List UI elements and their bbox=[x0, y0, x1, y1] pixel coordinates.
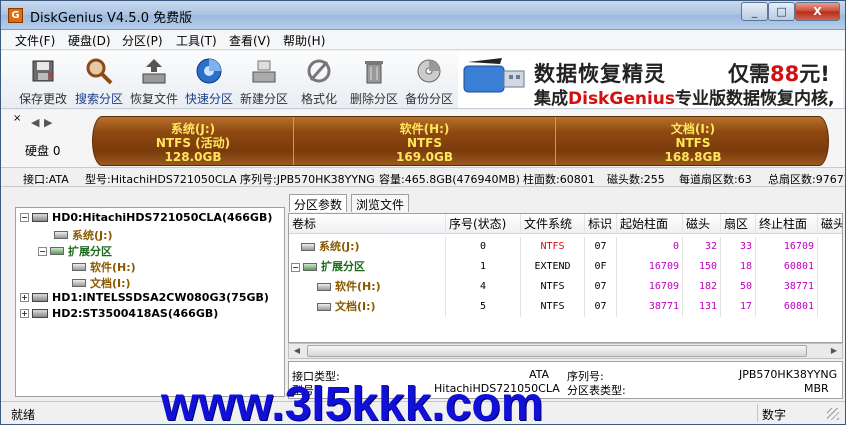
new-partition-icon bbox=[252, 60, 276, 83]
horizontal-scrollbar[interactable]: ◀ ▶ bbox=[288, 343, 843, 359]
status-text: 就绪 bbox=[11, 408, 36, 422]
partition-icon bbox=[72, 279, 86, 287]
usb-drive-icon bbox=[463, 58, 525, 93]
next-disk-icon[interactable]: ▶ bbox=[44, 116, 52, 129]
menu-help[interactable]: 帮助(H) bbox=[283, 32, 325, 49]
partition-icon bbox=[317, 303, 331, 311]
info-interface: 接口:ATA bbox=[23, 173, 69, 186]
tree-item-hd0[interactable]: − HD0:HitachiHDS721050CLA(466GB) bbox=[20, 211, 272, 224]
save-changes-button[interactable]: 保存更改 bbox=[16, 54, 70, 106]
expand-icon[interactable]: + bbox=[20, 293, 29, 302]
partition-segment-docs[interactable]: 文档(I:) NTFS 168.8GB bbox=[555, 117, 828, 165]
partition-segment-system[interactable]: 系统(J:) NTFS (活动) 128.0GB bbox=[93, 117, 293, 165]
extended-partition-icon bbox=[303, 263, 317, 271]
disk-partition-bar: 系统(J:) NTFS (活动) 128.0GB 软件(H:) NTFS 169… bbox=[92, 116, 829, 166]
format-button[interactable]: 格式化 bbox=[292, 54, 346, 106]
save-icon bbox=[32, 60, 54, 82]
search-partition-button[interactable]: 搜索分区 bbox=[72, 54, 126, 106]
menu-disk[interactable]: 硬盘(D) bbox=[68, 32, 111, 49]
partition-segment-software[interactable]: 软件(H:) NTFS 169.0GB bbox=[293, 117, 555, 165]
partition-icon bbox=[317, 283, 331, 291]
info-cylinders: 柱面数:60801 bbox=[523, 173, 595, 186]
close-button[interactable]: X bbox=[795, 2, 840, 21]
info-total-sectors: 总扇区数:976773168 bbox=[768, 173, 845, 186]
table-row[interactable]: 软件(H:) 4 NTFS 07 16709 182 50 38771 9 bbox=[289, 277, 842, 297]
close-panel-icon[interactable]: × bbox=[13, 113, 21, 124]
tree-item-software[interactable]: 软件(H:) bbox=[72, 259, 136, 275]
toolbar: 保存更改 搜索分区 恢复文件 快速分区 新建分区 格式化 删除分区 备份分区 数… bbox=[1, 51, 845, 109]
tree-item-hd1[interactable]: + HD1:INTELSSDSA2CW080G3(75GB) bbox=[20, 291, 269, 304]
partition-icon bbox=[54, 231, 68, 239]
detail-serial-value: JPB570HK38YYNG bbox=[739, 368, 838, 381]
detail-pt-value: MBR bbox=[804, 382, 829, 395]
menu-file[interactable]: 文件(F) bbox=[15, 32, 55, 49]
hard-disk-icon bbox=[32, 309, 48, 318]
title-bar: G DiskGenius V4.5.0 免费版 _ □ X bbox=[1, 1, 845, 30]
app-window: G DiskGenius V4.5.0 免费版 _ □ X 文件(F) 硬盘(D… bbox=[0, 0, 846, 425]
detail-pt-label: 分区表类型: bbox=[567, 384, 626, 397]
tab-browse-files[interactable]: 浏览文件 bbox=[351, 194, 410, 212]
disk-map: × ◀ ▶ 硬盘 0 系统(J:) NTFS (活动) 128.0GB 软件(H… bbox=[1, 110, 845, 168]
tab-partition-params[interactable]: 分区参数 bbox=[289, 194, 348, 212]
tree-item-system[interactable]: 系统(J:) bbox=[54, 227, 113, 243]
table-row[interactable]: 系统(J:) 0 NTFS 07 0 32 33 16709 15 bbox=[289, 237, 842, 257]
table-header: 卷标 序号(状态) 文件系统 标识 起始柱面 磁头 扇区 终止柱面 磁头 bbox=[289, 214, 842, 234]
hard-disk-icon bbox=[32, 213, 48, 222]
info-sectors: 每道扇区数:63 bbox=[679, 173, 752, 186]
collapse-icon[interactable]: − bbox=[20, 213, 29, 222]
info-heads: 磁头数:255 bbox=[607, 173, 665, 186]
recover-file-icon bbox=[142, 59, 166, 84]
disk-info-strip: 接口:ATA 型号:HitachiHDS721050CLA 序列号:JPB570… bbox=[1, 169, 845, 187]
format-icon bbox=[307, 59, 331, 83]
disk-label: 硬盘 0 bbox=[25, 144, 61, 158]
hard-disk-icon bbox=[32, 293, 48, 302]
scroll-left-icon[interactable]: ◀ bbox=[289, 344, 305, 358]
backup-partition-icon bbox=[417, 59, 441, 83]
table-row[interactable]: −扩展分区 1 EXTEND 0F 16709 150 18 60801 8 bbox=[289, 257, 842, 277]
resize-grip-icon[interactable] bbox=[827, 408, 839, 420]
tree-item-extended[interactable]: − 扩展分区 bbox=[38, 243, 112, 259]
delete-partition-button[interactable]: 删除分区 bbox=[347, 54, 401, 106]
scroll-right-icon[interactable]: ▶ bbox=[826, 344, 842, 358]
info-model: 型号:HitachiHDS721050CLA bbox=[85, 173, 237, 186]
info-capacity: 容量:465.8GB(476940MB) bbox=[379, 173, 520, 186]
disk-tree: − HD0:HitachiHDS721050CLA(466GB) 系统(J:) … bbox=[15, 207, 285, 397]
delete-partition-icon bbox=[365, 61, 383, 84]
menu-tools[interactable]: 工具(T) bbox=[176, 32, 217, 49]
expand-icon[interactable]: + bbox=[20, 309, 29, 318]
menu-view[interactable]: 查看(V) bbox=[229, 32, 271, 49]
table-row[interactable]: 文档(I:) 5 NTFS 07 38771 131 17 60801 8 bbox=[289, 297, 842, 317]
collapse-icon[interactable]: − bbox=[38, 246, 47, 256]
menu-partition[interactable]: 分区(P) bbox=[122, 32, 163, 49]
app-logo-icon: G bbox=[8, 8, 23, 23]
recover-file-button[interactable]: 恢复文件 bbox=[127, 54, 181, 106]
promo-banner[interactable]: 数据恢复精灵 仅需88元! 集成DiskGenius专业版数据恢复内核, bbox=[458, 52, 843, 109]
watermark-text: www.3l5kkk.com bbox=[161, 378, 544, 425]
scrollbar-thumb[interactable] bbox=[307, 345, 807, 357]
extended-partition-icon bbox=[50, 247, 64, 255]
backup-partition-button[interactable]: 备份分区 bbox=[402, 54, 456, 106]
partition-icon bbox=[301, 243, 315, 251]
quick-partition-icon bbox=[196, 58, 222, 84]
info-serial: 序列号:JPB570HK38YYNG bbox=[240, 173, 375, 186]
search-partition-icon bbox=[86, 58, 113, 85]
banner-subline: 集成DiskGenius专业版数据恢复内核, bbox=[534, 89, 835, 109]
menu-bar: 文件(F) 硬盘(D) 分区(P) 工具(T) 查看(V) 帮助(H) bbox=[1, 30, 845, 50]
tree-item-hd2[interactable]: + HD2:ST3500418AS(466GB) bbox=[20, 307, 218, 320]
tree-item-docs[interactable]: 文档(I:) bbox=[72, 275, 131, 291]
maximize-button[interactable]: □ bbox=[768, 2, 795, 21]
numlock-indicator: 数字 bbox=[757, 404, 817, 422]
minimize-button[interactable]: _ bbox=[741, 2, 768, 21]
window-title: DiskGenius V4.5.0 免费版 bbox=[30, 11, 193, 26]
partition-icon bbox=[72, 263, 86, 271]
quick-partition-button[interactable]: 快速分区 bbox=[182, 54, 236, 106]
collapse-icon[interactable]: − bbox=[291, 262, 300, 272]
partition-table: 卷标 序号(状态) 文件系统 标识 起始柱面 磁头 扇区 终止柱面 磁头 系统(… bbox=[288, 213, 843, 343]
prev-disk-icon[interactable]: ◀ bbox=[31, 116, 39, 129]
new-partition-button[interactable]: 新建分区 bbox=[237, 54, 291, 106]
